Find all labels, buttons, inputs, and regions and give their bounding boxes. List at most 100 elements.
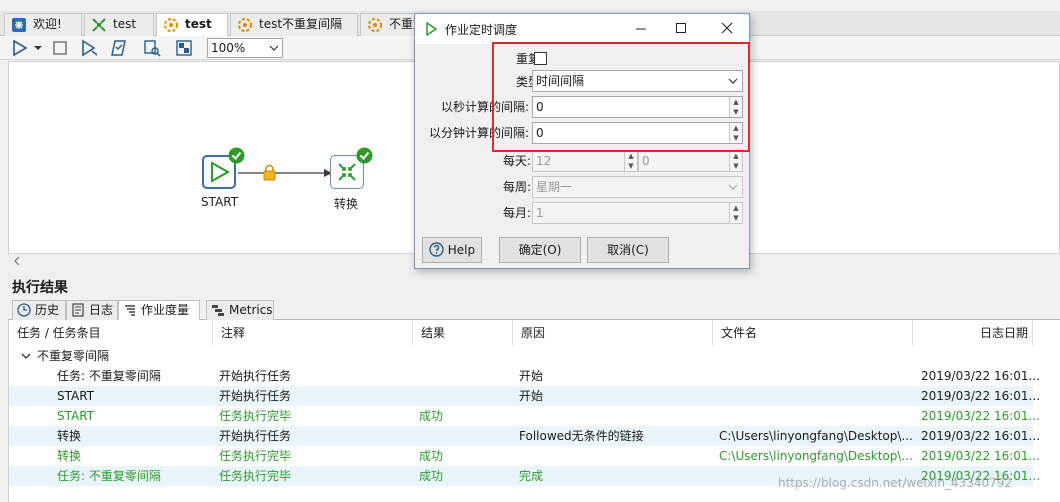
tab-no-repeat[interactable]: 不重复 xyxy=(360,13,420,36)
daily-minute-value: 0 xyxy=(642,154,650,168)
daily-hour-spinner: ▲ ▼ xyxy=(624,151,637,171)
daily-minute-spinner: ▲ ▼ xyxy=(729,151,742,171)
maximize-button[interactable] xyxy=(671,19,691,39)
cell-comment: 任务执行完毕 xyxy=(219,409,292,423)
tab-history[interactable]: 历史 xyxy=(12,300,66,320)
tab-label: 历史 xyxy=(35,303,60,317)
transformation-node-label: 转换 xyxy=(334,197,359,211)
table-row[interactable]: START 开始执行任务 开始 2019/03/22 16:01... xyxy=(9,386,1040,406)
cell-result: 成功 xyxy=(419,469,444,483)
table-row[interactable]: 转换 开始执行任务 Followed无条件的链接 C:\Users\linyongfa… xyxy=(9,426,1040,446)
spoon-icon xyxy=(12,18,26,32)
daily-hour-field: 12 ▲ ▼ xyxy=(532,150,638,172)
column-header-task[interactable]: 任务 / 任务条目 xyxy=(9,320,213,346)
stop-icon[interactable] xyxy=(50,38,70,58)
clock-icon xyxy=(17,303,31,317)
cell-task: 任务: 不重复零间隔 xyxy=(57,469,161,483)
annotation-highlight-box xyxy=(492,42,750,152)
run-icon[interactable] xyxy=(10,38,30,58)
column-header-comment[interactable]: 注释 xyxy=(213,320,413,346)
table-row[interactable]: 转换 任务执行完毕 成功 C:\Users\linyongfang\Desktop\.… xyxy=(9,446,1040,466)
cell-reason: Followed无条件的链接 xyxy=(519,429,644,443)
table-row[interactable]: 任务: 不重复零间隔 开始执行任务 开始 2019/03/22 16:01... xyxy=(9,366,1040,386)
sql-icon[interactable] xyxy=(174,38,194,58)
job-icon xyxy=(368,18,382,32)
tab-job-metrics[interactable]: 作业度量 xyxy=(118,300,200,320)
maximize-icon xyxy=(676,23,686,33)
job-icon xyxy=(164,18,178,32)
weekday-select: 星期一 xyxy=(532,176,743,198)
column-header-reason[interactable]: 原因 xyxy=(513,320,713,346)
dialog-title-bar[interactable]: 作业定时调度 xyxy=(415,14,749,44)
tab-metrics[interactable]: Metrics xyxy=(206,300,274,320)
success-check-icon xyxy=(356,147,373,164)
dialog-title: 作业定时调度 xyxy=(445,23,518,37)
tab-welcome[interactable]: 欢迎! xyxy=(4,13,82,36)
tab-log[interactable]: 日志 xyxy=(66,300,118,320)
cell-task: START xyxy=(57,409,95,423)
check-icon[interactable] xyxy=(110,38,130,58)
chevron-left-icon[interactable] xyxy=(12,256,22,266)
job-icon xyxy=(238,18,252,32)
month-day-field: 1 ▲ ▼ xyxy=(532,202,743,224)
ok-button[interactable]: 确定(O) xyxy=(499,237,581,263)
group-label: 不重复零间隔 xyxy=(37,349,110,363)
column-header-log-date[interactable]: 日志日期 xyxy=(913,320,1033,346)
hop-arrow[interactable] xyxy=(238,161,334,181)
cell-result: 成功 xyxy=(419,449,444,463)
impact-icon[interactable] xyxy=(142,38,162,58)
close-button[interactable] xyxy=(717,19,737,39)
help-button[interactable]: Help xyxy=(422,237,482,263)
start-node-label: START xyxy=(201,195,239,209)
chevron-down-icon xyxy=(269,45,279,51)
tab-label: test xyxy=(185,17,212,31)
tab-test-no-repeat-interval[interactable]: test不重复间隔 xyxy=(230,13,358,36)
column-header-result[interactable]: 结果 xyxy=(413,320,513,346)
metrics-list-icon xyxy=(125,305,135,316)
run-options-icon[interactable] xyxy=(32,38,44,58)
results-tab-bar: 历史 日志 作业度量 Metrics xyxy=(8,298,1060,320)
minimize-button[interactable] xyxy=(631,19,651,39)
job-metrics-table: 任务 / 任务条目 注释 结果 原因 文件名 日志日期 不重复零间隔 任务: 不… xyxy=(8,320,1060,502)
tab-label: 欢迎! xyxy=(33,17,62,31)
cell-task: START xyxy=(57,389,95,403)
log-icon xyxy=(72,303,84,317)
help-button-label: Help xyxy=(447,243,476,257)
minimize-icon xyxy=(636,28,646,30)
cell-reason: 完成 xyxy=(519,469,544,483)
cell-reason: 开始 xyxy=(519,389,544,403)
tab-test-transformation[interactable]: test xyxy=(84,13,154,36)
chevron-down-icon xyxy=(728,184,738,190)
cell-date: 2019/03/22 16:01... xyxy=(921,409,1041,423)
table-row[interactable]: START 任务执行完毕 成功 2019/03/22 16:01... xyxy=(9,406,1040,426)
tab-label: test不重复间隔 xyxy=(259,17,343,31)
tab-label: test xyxy=(113,17,137,31)
cell-comment: 开始执行任务 xyxy=(219,369,292,383)
zoom-select[interactable]: 100% xyxy=(207,38,283,58)
zoom-value: 100% xyxy=(211,41,246,55)
preview-icon[interactable] xyxy=(80,38,100,58)
cancel-button[interactable]: 取消(C) xyxy=(587,237,669,263)
transformation-icon xyxy=(92,18,106,32)
cell-file: C:\Users\linyongfang\Desktop\... xyxy=(719,449,913,463)
close-icon xyxy=(721,22,733,34)
cell-task: 转换 xyxy=(57,429,82,443)
month-day-spinner: ▲ ▼ xyxy=(729,203,742,223)
chevron-down-icon[interactable] xyxy=(21,351,31,361)
gantt-icon xyxy=(212,305,224,316)
cell-comment: 开始执行任务 xyxy=(219,429,292,443)
weekday-value: 星期一 xyxy=(536,180,573,194)
tree-group-row[interactable]: 不重复零间隔 xyxy=(9,346,1033,366)
daily-minute-field: 0 ▲ ▼ xyxy=(638,150,743,172)
cell-comment: 任务执行完毕 xyxy=(219,469,292,483)
results-panel-title: 执行结果 xyxy=(12,280,68,296)
tab-label: 作业度量 xyxy=(141,303,190,317)
cell-comment: 任务执行完毕 xyxy=(219,449,292,463)
cell-comment: 开始执行任务 xyxy=(219,389,292,403)
cell-date: 2019/03/22 16:01... xyxy=(921,369,1041,383)
tab-label: 日志 xyxy=(89,303,114,317)
tab-test-job[interactable]: test xyxy=(156,13,228,36)
tab-label: Metrics xyxy=(229,303,273,317)
column-header-filename[interactable]: 文件名 xyxy=(713,320,913,346)
daily-label: 每天: xyxy=(502,154,531,168)
